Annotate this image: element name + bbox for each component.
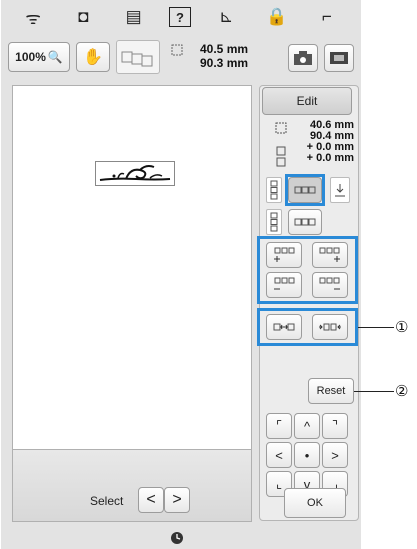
spacing-minus-right-button[interactable]: [312, 272, 348, 298]
offset-y: + 0.0 mm: [306, 152, 354, 164]
edit-label: Edit: [296, 94, 318, 108]
embroidery-canvas[interactable]: [12, 85, 252, 450]
move-up-right-button[interactable]: ⌝: [322, 413, 348, 439]
toolbar: 100% 🔍 ✋ 40.5 mm 90.3 mm: [8, 38, 356, 78]
presser-foot-icon[interactable]: ⌐: [312, 4, 342, 30]
callout-line-1: [358, 327, 394, 328]
spacing-minus-left-icon: [274, 277, 295, 290]
lock-icon[interactable]: 🔒: [262, 4, 292, 30]
size-measure-icon: [275, 122, 287, 134]
callout-1: ①: [395, 319, 409, 336]
vertical-layout-alt-icon: [270, 212, 278, 232]
document-icon[interactable]: ▤: [119, 4, 149, 30]
reset-button[interactable]: Reset: [308, 378, 354, 404]
corner-up-right-icon: ⌝: [331, 418, 339, 433]
sewing-icon[interactable]: ⊾: [211, 4, 241, 30]
magnifier-icon: 🔍: [47, 50, 63, 64]
horizontal-layout-alt-icon: [294, 218, 316, 226]
wifi-icon[interactable]: ᯤ: [18, 4, 48, 30]
callout-line-2: [354, 391, 394, 392]
ok-label: OK: [307, 497, 323, 509]
ok-button[interactable]: OK: [284, 488, 346, 518]
chevron-left-icon: <: [146, 491, 156, 508]
move-up-left-button[interactable]: ⌜: [266, 413, 292, 439]
hand-icon: ✋: [83, 49, 103, 66]
move-up-button[interactable]: ^: [294, 413, 320, 439]
embroidery-pattern[interactable]: [95, 161, 175, 186]
distribute-outer-icon: [319, 323, 341, 331]
move-left-button[interactable]: <: [266, 442, 292, 468]
clock-icon: [171, 532, 183, 544]
spacing-plus-right-icon: [319, 247, 340, 262]
size-width: 40.5 mm: [200, 42, 249, 56]
spacing-minus-right-icon: [319, 277, 340, 290]
center-dot-icon: •: [304, 447, 310, 463]
zoom-button[interactable]: 100% 🔍: [8, 42, 70, 72]
select-next-button[interactable]: >: [164, 487, 190, 513]
chevron-right-icon: >: [331, 447, 339, 463]
size-height: 90.3 mm: [200, 56, 249, 70]
size-icon: [171, 44, 183, 56]
move-right-button[interactable]: >: [322, 442, 348, 468]
distribute-inner-icon: [273, 323, 295, 331]
background-image-icon: [330, 52, 348, 64]
distribute-outer-button[interactable]: [312, 314, 348, 340]
corner-up-left-icon: ⌜: [275, 418, 283, 433]
camera-scan-button[interactable]: [288, 44, 318, 72]
move-center-button[interactable]: •: [294, 442, 320, 468]
vertical-layout-alt-button[interactable]: [266, 209, 282, 235]
pattern-size-info: 40.5 mm 90.3 mm: [170, 40, 260, 74]
canvas-footer: [12, 450, 252, 522]
spacing-minus-left-button[interactable]: [266, 272, 302, 298]
background-image-button[interactable]: [324, 44, 354, 72]
vertical-layout-button[interactable]: [266, 177, 282, 203]
reset-label: Reset: [316, 385, 346, 397]
chevron-right-icon: >: [172, 491, 182, 508]
callout-2: ②: [395, 383, 409, 400]
horizontal-layout-alt-button[interactable]: [288, 209, 322, 235]
camera-scan-icon: [294, 51, 312, 65]
scroll-motif-icon: [99, 165, 171, 181]
select-prev-button[interactable]: <: [138, 487, 164, 513]
vertical-layout-icon: [270, 180, 278, 200]
camera-icon[interactable]: ◘: [68, 4, 98, 30]
multi-select-icon: [121, 51, 153, 67]
download-arrow-button[interactable]: [330, 177, 350, 203]
corner-down-left-icon: ⌞: [275, 476, 283, 491]
chevron-up-icon: ^: [303, 418, 311, 434]
distribute-inner-button[interactable]: [266, 314, 302, 340]
help-icon[interactable]: ?: [168, 7, 191, 27]
multi-select-button[interactable]: [116, 40, 160, 74]
down-arrow-icon: [335, 184, 345, 197]
edit-button[interactable]: Edit: [262, 87, 352, 115]
offset-icon: [276, 146, 286, 167]
zoom-label: 100%: [15, 50, 46, 64]
hand-button[interactable]: ✋: [76, 42, 110, 72]
spacing-plus-left-button[interactable]: [266, 242, 302, 268]
spacing-plus-left-icon: [274, 247, 295, 262]
spacing-plus-right-button[interactable]: [312, 242, 348, 268]
chevron-left-icon: <: [275, 447, 283, 463]
top-bar: ᯤ ◘ ▤ ? ⊾ 🔒 ⌐: [0, 0, 360, 34]
selection-highlight: [285, 174, 325, 206]
select-label: Select: [90, 494, 124, 508]
